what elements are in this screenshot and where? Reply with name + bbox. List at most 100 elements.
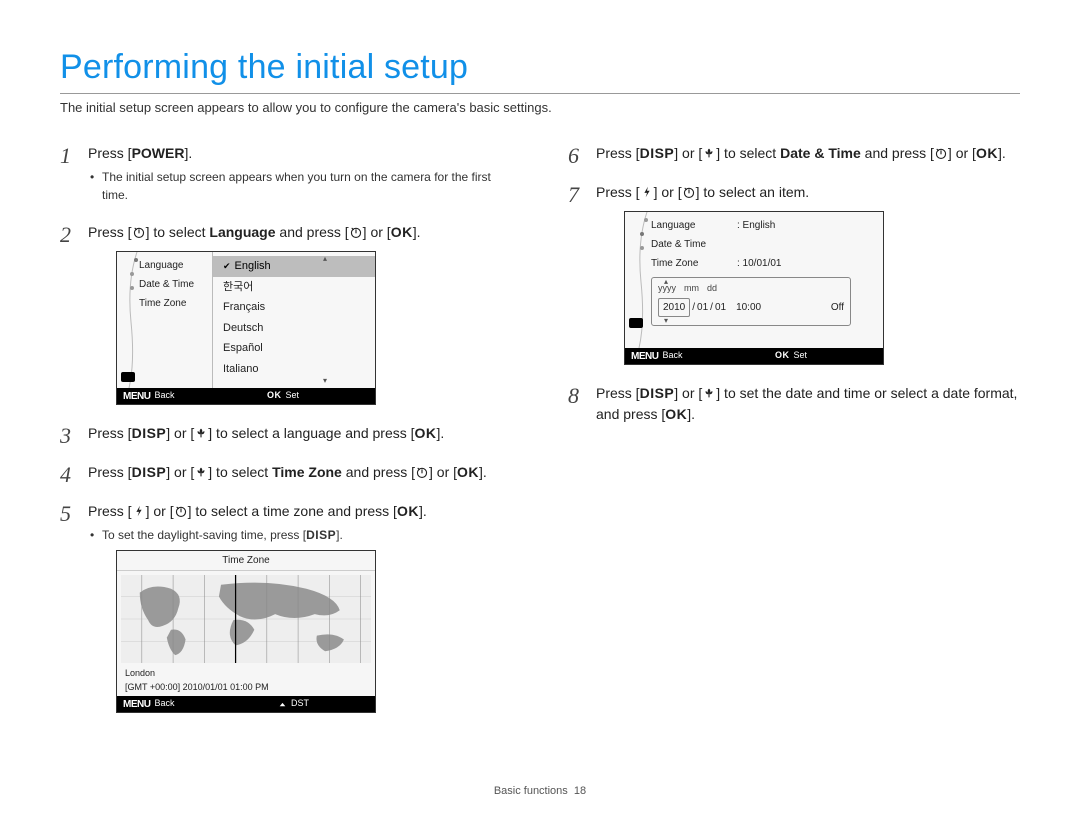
flash-icon (132, 504, 146, 518)
t: ] to select a time zone and press [ (188, 503, 397, 519)
lcd1-item: Time Zone (139, 296, 206, 311)
t: ]. (479, 464, 487, 480)
lcd1-option: 한국어 (213, 277, 375, 298)
lcd1-option: Italiano (213, 359, 375, 380)
t: Press [ (88, 425, 132, 441)
t: ]. (998, 145, 1006, 161)
lcd1-option: Español (213, 338, 375, 359)
t: ] to select an item. (696, 184, 810, 200)
lcd3-lang-label: Language (651, 218, 737, 233)
page-title: Performing the initial setup (60, 48, 1020, 87)
right-column: Press [DISP] or [] to select Date & Time… (568, 143, 1020, 731)
timezone-bold: Time Zone (272, 464, 342, 480)
t: ] to select (716, 145, 780, 161)
t: ]. (687, 406, 695, 422)
t: ] or [ (674, 145, 702, 161)
up-arrow-icon: ▴ (323, 253, 327, 265)
timer-icon (934, 146, 948, 160)
t: ] or [ (363, 224, 391, 240)
step-2: Press [ ] to select Language and press []… (60, 222, 512, 405)
t: ] or [ (674, 385, 702, 401)
t: Press [ (88, 224, 132, 240)
t: / (692, 300, 695, 315)
disp-label: DISP (132, 425, 167, 441)
t: ] to select (208, 464, 272, 480)
ok-label: OK (775, 349, 790, 363)
battery-icon (121, 372, 135, 382)
step-7: Press [ ] or [ ] to select an item. Langua… (568, 182, 1020, 365)
step-8: Press [DISP] or [] to set the date and t… (568, 383, 1020, 425)
t: and press [ (861, 145, 934, 161)
t: ] to select a language and press [ (208, 425, 414, 441)
t: ]. (437, 425, 445, 441)
disp-label: DISP (132, 464, 167, 480)
t: To set the daylight-saving time, press [ (102, 528, 306, 542)
t: / (710, 300, 713, 315)
back-label: Back (154, 389, 174, 403)
t: ] or [ (654, 184, 682, 200)
month-value: 01 (697, 300, 708, 315)
step1-bullet: The initial setup screen appears when yo… (88, 168, 512, 204)
t: ] or [ (948, 145, 976, 161)
ok-label: OK (665, 406, 687, 422)
step-6: Press [DISP] or [] to select Date & Time… (568, 143, 1020, 164)
step1-post: ]. (184, 145, 192, 161)
menu-icon: MENU (123, 389, 150, 404)
t: ] or [ (146, 503, 174, 519)
t: ] to select (146, 224, 210, 240)
back-label: Back (662, 349, 682, 363)
timer-icon (415, 465, 429, 479)
ok-label: OK (397, 503, 419, 519)
disp-label: DISP (640, 145, 675, 161)
t: ]. (413, 224, 421, 240)
up-arrow-icon: ▴ (664, 276, 668, 288)
menu-icon: MENU (123, 697, 150, 712)
curve-decoration (127, 252, 139, 388)
t: ] or [ (166, 425, 194, 441)
t: Press [ (596, 184, 640, 200)
datetime-bold: Date & Time (780, 145, 861, 161)
timer-icon (132, 225, 146, 239)
step-1: Press [POWER]. The initial setup screen … (60, 143, 512, 204)
t: ]. (419, 503, 427, 519)
year-value: 2010 (658, 298, 690, 317)
flash-icon (640, 185, 654, 199)
t: Press [ (596, 385, 640, 401)
timer-icon (682, 185, 696, 199)
disp-label: DISP (306, 528, 336, 542)
macro-icon (702, 386, 716, 400)
lcd2-city: London (117, 667, 375, 681)
disp-label: DISP (640, 385, 675, 401)
battery-icon (629, 318, 643, 328)
t: and press [ (276, 224, 349, 240)
lcd-datetime: Language: English Date & Time Time Zone:… (624, 211, 884, 365)
page-footer: Basic functions 18 (0, 785, 1080, 797)
lcd3-tz-label: Time Zone (651, 256, 737, 271)
step-3: Press [DISP] or [ ] to select a language … (60, 423, 512, 444)
lcd1-option: Français (213, 297, 375, 318)
off-value: Off (803, 300, 844, 315)
power-label: POWER (132, 145, 185, 161)
world-map-icon (117, 571, 375, 667)
time-value: 10:00 (736, 300, 761, 315)
lcd1-option-selected: English (213, 256, 375, 277)
lcd3-dt-label: Date & Time (651, 237, 737, 252)
mm-label: mm (684, 282, 699, 296)
language-bold: Language (209, 224, 275, 240)
lcd1-item: Date & Time (139, 277, 206, 292)
ok-label: OK (976, 145, 998, 161)
t: ] or [ (166, 464, 194, 480)
macro-icon (194, 426, 208, 440)
page-subtitle: The initial setup screen appears to allo… (60, 93, 1020, 115)
step-5: Press [ ] or [ ] to select a time zone and… (60, 501, 512, 713)
lcd1-item: Language (139, 258, 206, 273)
dst-label: DST (291, 697, 309, 711)
footer-page: 18 (574, 785, 586, 797)
step1-pre: Press [ (88, 145, 132, 161)
down-arrow-icon: ▾ (323, 375, 327, 387)
down-arrow-icon: ▾ (664, 315, 668, 327)
lcd3-lang-value: : English (737, 218, 775, 233)
lcd-timezone: Time Zone (116, 550, 376, 713)
t: Press [ (88, 503, 132, 519)
day-value: 01 (715, 300, 726, 315)
